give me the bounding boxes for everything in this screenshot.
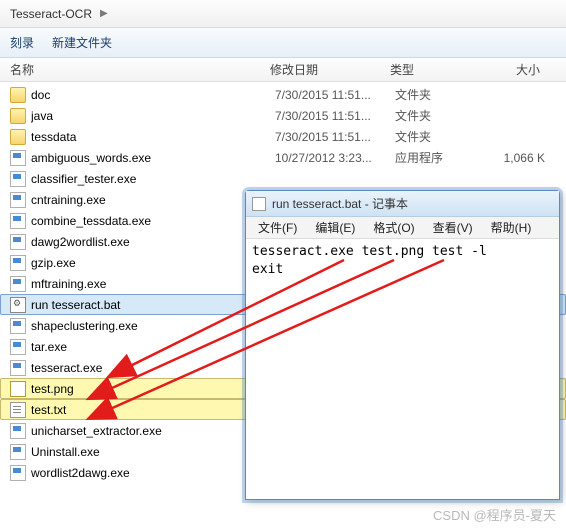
exe-icon [10, 444, 26, 460]
columns-header: 名称 修改日期 类型 大小 [0, 58, 566, 82]
file-row[interactable]: classifier_tester.exe [0, 168, 566, 189]
file-name: tessdata [31, 130, 275, 144]
exe-icon [10, 171, 26, 187]
file-name: dawg2wordlist.exe [31, 235, 275, 249]
file-type: 文件夹 [395, 128, 485, 145]
notepad-menubar: 文件(F) 编辑(E) 格式(O) 查看(V) 帮助(H) [246, 217, 559, 239]
exe-icon [10, 255, 26, 271]
watermark: CSDN @程序员-夏天 [433, 505, 556, 524]
menu-view[interactable]: 查看(V) [425, 217, 481, 238]
exe-icon [10, 465, 26, 481]
column-type[interactable]: 类型 [390, 61, 480, 78]
notepad-icon [252, 197, 266, 211]
exe-icon [10, 339, 26, 355]
png-icon [10, 381, 26, 397]
file-date: 7/30/2015 11:51... [275, 130, 395, 144]
file-row[interactable]: doc7/30/2015 11:51...文件夹 [0, 84, 566, 105]
exe-icon [10, 423, 26, 439]
file-name: wordlist2dawg.exe [31, 466, 275, 480]
file-name: doc [31, 88, 275, 102]
exe-icon [10, 234, 26, 250]
folder-icon [10, 108, 26, 124]
file-type: 文件夹 [395, 107, 485, 124]
menu-format[interactable]: 格式(O) [365, 217, 422, 238]
folder-icon [10, 87, 26, 103]
exe-icon [10, 150, 26, 166]
notepad-titlebar[interactable]: run tesseract.bat - 记事本 [246, 191, 559, 217]
notepad-window[interactable]: run tesseract.bat - 记事本 文件(F) 编辑(E) 格式(O… [245, 190, 560, 500]
exe-icon [10, 192, 26, 208]
file-type: 应用程序 [395, 149, 485, 166]
bat-icon [10, 297, 26, 313]
file-name: run tesseract.bat [31, 298, 275, 312]
chevron-right-icon: ▶ [100, 8, 108, 19]
file-row[interactable]: tessdata7/30/2015 11:51...文件夹 [0, 126, 566, 147]
exe-icon [10, 360, 26, 376]
file-name: shapeclustering.exe [31, 319, 275, 333]
column-date[interactable]: 修改日期 [270, 61, 390, 78]
file-row[interactable]: java7/30/2015 11:51...文件夹 [0, 105, 566, 126]
file-name: tesseract.exe [31, 361, 275, 375]
file-name: test.txt [31, 403, 275, 417]
file-date: 7/30/2015 11:51... [275, 88, 395, 102]
exe-icon [10, 318, 26, 334]
file-name: unicharset_extractor.exe [31, 424, 275, 438]
file-name: test.png [31, 382, 275, 396]
file-size: 1,066 K [485, 151, 555, 165]
file-name: combine_tessdata.exe [31, 214, 275, 228]
folder-icon [10, 129, 26, 145]
toolbar-new-folder[interactable]: 新建文件夹 [52, 34, 112, 51]
toolbar-burn[interactable]: 刻录 [10, 34, 34, 51]
file-row[interactable]: ambiguous_words.exe10/27/2012 3:23...应用程… [0, 147, 566, 168]
exe-icon [10, 276, 26, 292]
notepad-title: run tesseract.bat - 记事本 [272, 195, 408, 212]
file-date: 7/30/2015 11:51... [275, 109, 395, 123]
file-name: Uninstall.exe [31, 445, 275, 459]
file-name: classifier_tester.exe [31, 172, 275, 186]
menu-edit[interactable]: 编辑(E) [307, 217, 363, 238]
menu-file[interactable]: 文件(F) [250, 217, 305, 238]
menu-help[interactable]: 帮助(H) [483, 217, 540, 238]
file-name: gzip.exe [31, 256, 275, 270]
exe-icon [10, 213, 26, 229]
toolbar: 刻录 新建文件夹 [0, 28, 566, 58]
file-name: java [31, 109, 275, 123]
file-name: tar.exe [31, 340, 275, 354]
file-name: ambiguous_words.exe [31, 151, 275, 165]
breadcrumb[interactable]: Tesseract-OCR ▶ [0, 0, 566, 28]
column-name[interactable]: 名称 [0, 61, 270, 78]
file-name: mftraining.exe [31, 277, 275, 291]
file-type: 文件夹 [395, 86, 485, 103]
breadcrumb-item[interactable]: Tesseract-OCR [6, 5, 96, 23]
file-name: cntraining.exe [31, 193, 275, 207]
column-size[interactable]: 大小 [480, 61, 550, 78]
file-date: 10/27/2012 3:23... [275, 151, 395, 165]
notepad-content[interactable]: tesseract.exe test.png test -l exit [246, 239, 559, 283]
txt-icon [10, 402, 26, 418]
